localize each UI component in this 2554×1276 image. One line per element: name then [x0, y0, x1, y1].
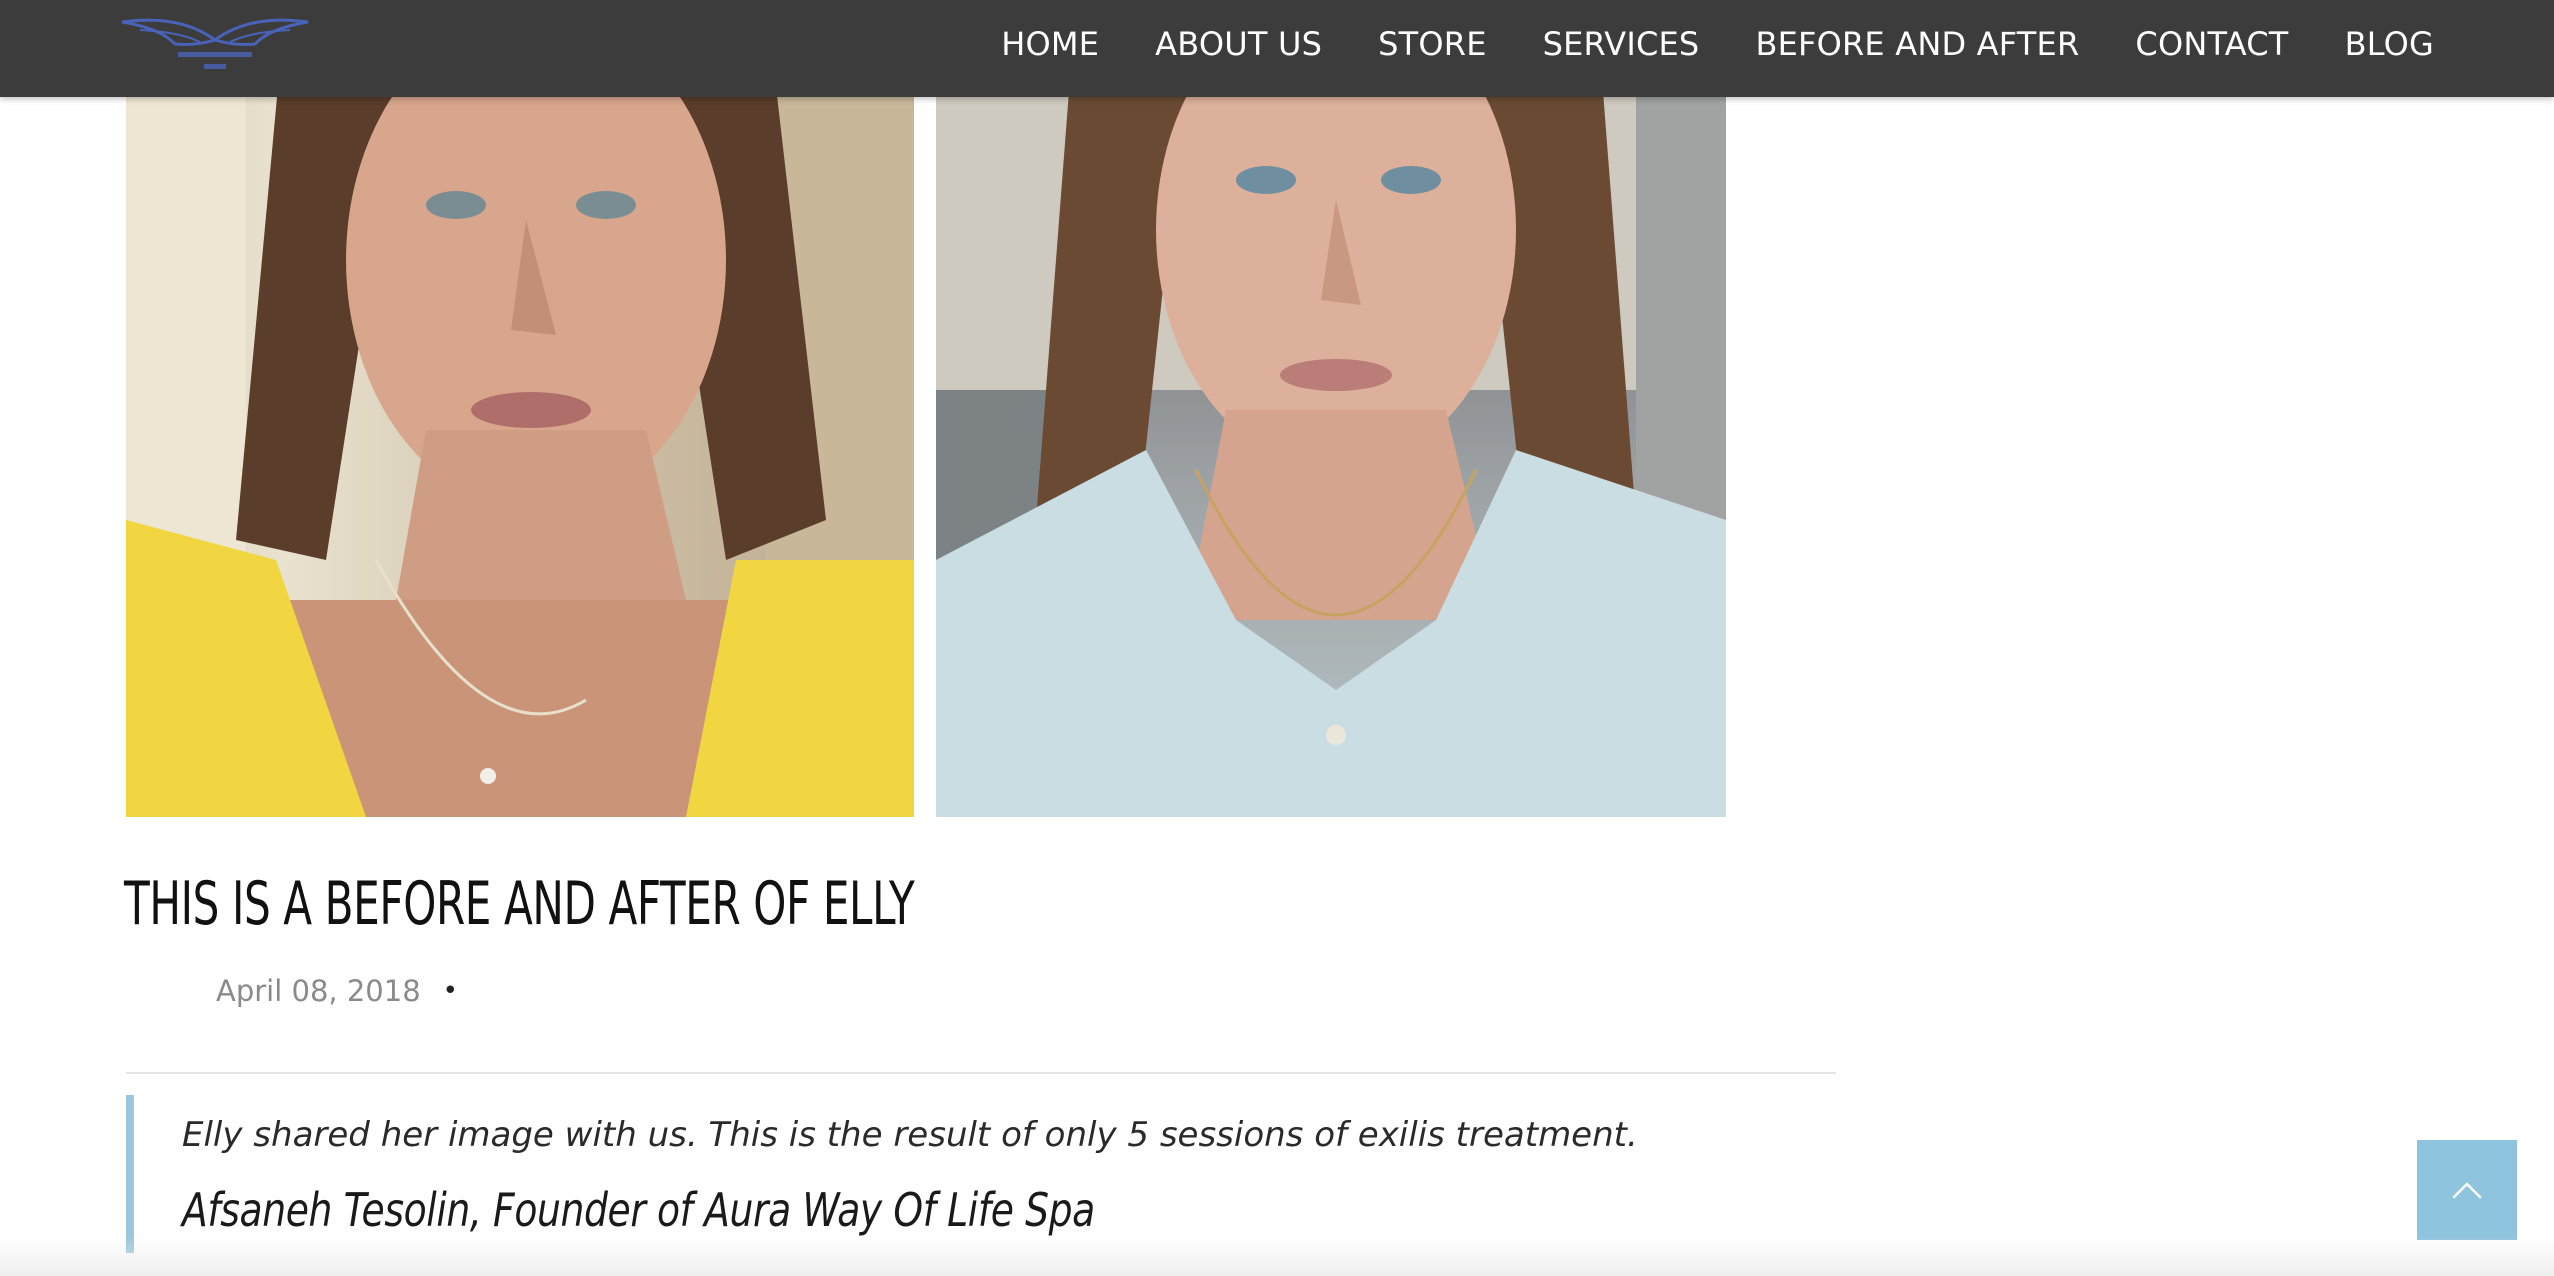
post-title: THIS IS A BEFORE AND AFTER OF ELLY: [124, 869, 915, 939]
nav-blog[interactable]: BLOG: [2317, 25, 2434, 63]
nav-before-and-after[interactable]: BEFORE AND AFTER: [1727, 25, 2107, 63]
nav-store[interactable]: STORE: [1350, 25, 1515, 63]
top-navbar: HOME ABOUT US STORE SERVICES BEFORE AND …: [0, 0, 2554, 97]
site-logo[interactable]: [120, 12, 310, 80]
post-meta: April 08, 2018 •: [216, 974, 458, 1008]
meta-separator: •: [442, 976, 458, 1006]
main-nav: HOME ABOUT US STORE SERVICES BEFORE AND …: [973, 0, 2434, 88]
post-date: April 08, 2018: [216, 974, 421, 1008]
content-divider: [126, 1072, 1836, 1074]
post-quote: Elly shared her image with us. This is t…: [126, 1095, 1836, 1253]
nav-about-us[interactable]: ABOUT US: [1127, 25, 1350, 63]
quote-author: Afsaneh Tesolin, Founder of Aura Way Of …: [182, 1183, 1095, 1237]
after-photo-illustration: [936, 0, 1726, 817]
before-photo: [126, 0, 914, 817]
after-photo: [936, 0, 1726, 817]
back-to-top-button[interactable]: [2417, 1140, 2517, 1240]
nav-contact[interactable]: CONTACT: [2107, 25, 2316, 63]
nav-home[interactable]: HOME: [973, 25, 1127, 63]
chevron-up-icon: [2452, 1182, 2482, 1199]
wings-logo-icon: [121, 18, 309, 69]
nav-services[interactable]: SERVICES: [1515, 25, 1728, 63]
quote-text: Elly shared her image with us. This is t…: [182, 1115, 1638, 1155]
before-photo-illustration: [126, 0, 914, 817]
